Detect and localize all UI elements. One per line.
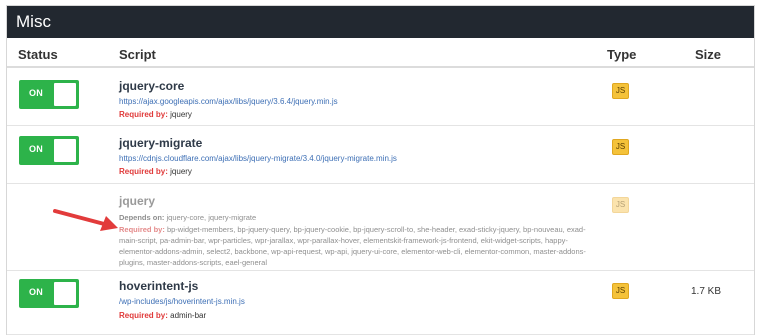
annotation-arrow-icon bbox=[53, 209, 118, 231]
